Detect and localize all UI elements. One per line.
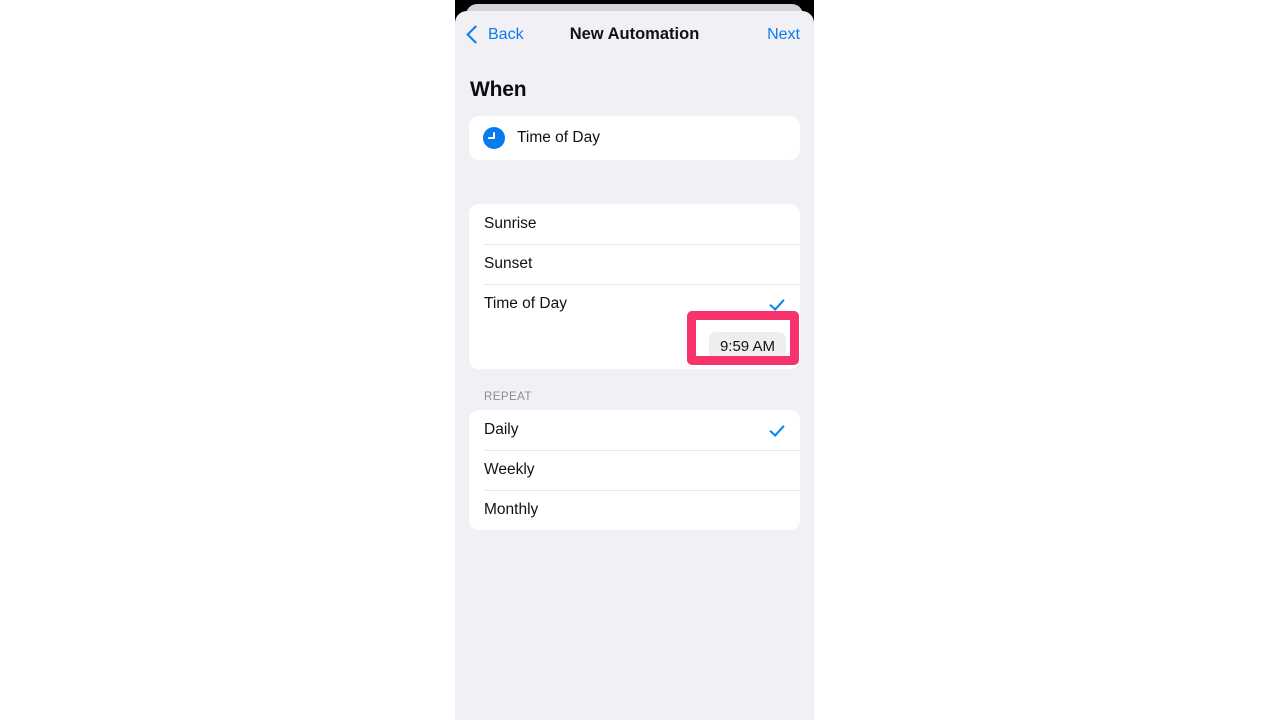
- back-button[interactable]: Back: [466, 24, 524, 44]
- when-section-title: When: [470, 78, 527, 101]
- new-automation-sheet: Back New Automation Next When Time of Da…: [455, 11, 814, 720]
- option-row-monthly[interactable]: Monthly: [469, 490, 800, 530]
- checkmark-icon: [770, 422, 786, 438]
- navigation-bar: Back New Automation Next: [455, 11, 814, 58]
- trigger-row-time-of-day[interactable]: Time of Day: [469, 116, 800, 160]
- option-label: Time of Day: [484, 295, 567, 312]
- screenshot-canvas: Back New Automation Next When Time of Da…: [0, 0, 1280, 720]
- iphone-device-frame: Back New Automation Next When Time of Da…: [455, 0, 814, 720]
- next-button[interactable]: Next: [767, 26, 800, 44]
- trigger-card: Time of Day: [469, 116, 800, 160]
- option-label: Daily: [484, 421, 519, 438]
- option-row-time-of-day[interactable]: Time of Day: [469, 284, 800, 324]
- clock-icon: [483, 127, 505, 149]
- repeat-options-card: Daily Weekly Monthly: [469, 410, 800, 530]
- option-label: Sunset: [484, 255, 533, 272]
- time-picker-row: 9:59 AM: [469, 324, 800, 369]
- chevron-left-icon: [466, 24, 485, 44]
- option-row-sunset[interactable]: Sunset: [469, 244, 800, 284]
- trigger-label: Time of Day: [517, 129, 600, 146]
- option-row-weekly[interactable]: Weekly: [469, 450, 800, 490]
- back-button-label: Back: [488, 25, 524, 43]
- trigger-options-card: Sunrise Sunset Time of Day 9:59 AM: [469, 204, 800, 369]
- option-label: Weekly: [484, 461, 535, 478]
- option-row-daily[interactable]: Daily: [469, 410, 800, 450]
- option-label: Monthly: [484, 501, 539, 518]
- repeat-section-header: REPEAT: [484, 391, 532, 403]
- option-label: Sunrise: [484, 215, 537, 232]
- checkmark-icon: [770, 296, 786, 312]
- option-row-sunrise[interactable]: Sunrise: [469, 204, 800, 244]
- sheet-content: When Time of Day Sunrise Sunset Time of …: [455, 78, 814, 530]
- time-picker-value[interactable]: 9:59 AM: [708, 332, 786, 361]
